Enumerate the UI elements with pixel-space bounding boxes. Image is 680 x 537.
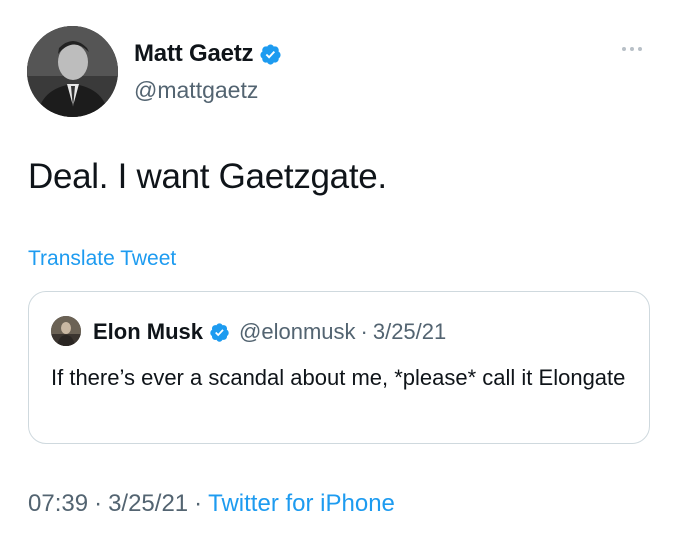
quoted-display-name[interactable]: Elon Musk [93, 319, 203, 345]
tweet-date[interactable]: 3/25/21 [108, 490, 188, 517]
tweet-text: Deal. I want Gaetzgate. [28, 157, 387, 196]
quoted-date[interactable]: 3/25/21 [373, 319, 446, 345]
author-avatar[interactable] [27, 26, 118, 117]
tweet-source-link[interactable]: Twitter for iPhone [208, 490, 395, 517]
quoted-handle[interactable]: @elonmusk [239, 319, 356, 345]
quoted-author-avatar-image [51, 316, 81, 346]
quoted-author-row: Elon Musk @elonmusk · 3/25/21 [93, 319, 446, 345]
tweet-card: Matt Gaetz @mattgaetz Deal. I want Gaetz… [0, 0, 680, 537]
more-dot [638, 47, 642, 51]
author-name-row: Matt Gaetz [134, 40, 282, 68]
footer-separator: · [94, 490, 103, 517]
more-dot [630, 47, 634, 51]
quoted-separator: · [360, 319, 368, 344]
quoted-author-avatar[interactable] [51, 316, 81, 346]
footer-separator: · [194, 490, 203, 517]
verified-badge-icon [260, 43, 281, 65]
quoted-tweet-text: If there’s ever a scandal about me, *ple… [51, 365, 626, 390]
tweet-footer: 07:39 · 3/25/21 · Twitter for iPhone [28, 490, 395, 518]
author-handle[interactable]: @mattgaetz [134, 77, 258, 104]
more-dot [622, 47, 626, 51]
author-avatar-image [27, 26, 118, 117]
author-display-name[interactable]: Matt Gaetz [134, 40, 254, 68]
more-options-icon[interactable] [622, 47, 642, 51]
verified-badge-icon [210, 322, 229, 342]
translate-tweet-link[interactable]: Translate Tweet [28, 247, 176, 271]
tweet-time[interactable]: 07:39 [28, 490, 88, 517]
quoted-tweet[interactable]: Elon Musk @elonmusk · 3/25/21 If there’s… [28, 291, 650, 444]
